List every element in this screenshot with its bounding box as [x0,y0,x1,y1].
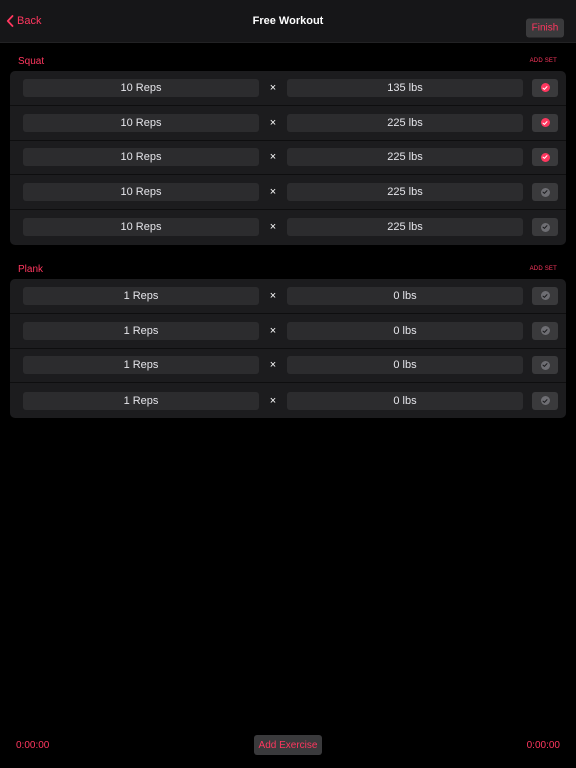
set-row: 1 Reps × 0 lbs [10,383,566,418]
multiply-sign: × [269,394,277,407]
complete-set-button[interactable] [532,356,558,375]
multiply-sign: × [269,186,277,199]
weight-field[interactable]: 135 lbs [287,78,523,97]
exercise-header-plank: Plank ADD SET [0,264,576,280]
exercise-title: Plank [18,264,44,275]
reps-field[interactable]: 1 Reps [23,356,259,375]
set-row: 10 Reps × 225 lbs [10,210,566,245]
check-circle-icon [540,396,550,406]
set-row: 10 Reps × 225 lbs [10,141,566,176]
finish-button[interactable]: Finish [526,18,564,38]
complete-set-button[interactable] [532,321,558,340]
elapsed-time-left: 0:00:00 [16,740,50,751]
complete-set-button[interactable] [532,218,558,237]
complete-set-button[interactable] [532,113,558,132]
multiply-sign: × [269,116,277,129]
multiply-sign: × [269,81,277,94]
weight-field[interactable]: 0 lbs [287,356,523,375]
weight-field[interactable]: 225 lbs [287,113,523,132]
check-circle-icon [540,222,550,232]
weight-field[interactable]: 225 lbs [287,183,523,202]
exercise-card-squat: 10 Reps × 135 lbs 10 Reps × 225 lbs 10 Reps × 22… [10,71,566,245]
page-title: Free Workout [252,15,324,27]
reps-field[interactable]: 10 Reps [23,78,259,97]
check-circle-icon [540,118,550,128]
reps-field[interactable]: 10 Reps [23,183,259,202]
elapsed-time-right: 0:00:00 [526,740,560,751]
set-row: 1 Reps × 0 lbs [10,279,566,314]
complete-set-button[interactable] [532,391,558,410]
check-circle-icon [540,326,550,336]
weight-field[interactable]: 0 lbs [287,321,523,340]
weight-field[interactable]: 225 lbs [287,218,523,237]
add-exercise-button[interactable]: Add Exercise [254,735,322,755]
chevron-left-icon [6,15,14,27]
weight-field[interactable]: 0 lbs [287,286,523,305]
weight-field[interactable]: 225 lbs [287,148,523,167]
exercise-title: Squat [18,56,45,67]
set-row: 10 Reps × 225 lbs [10,175,566,210]
set-row: 1 Reps × 0 lbs [10,349,566,384]
set-row: 10 Reps × 135 lbs [10,71,566,106]
complete-set-button[interactable] [532,78,558,97]
multiply-sign: × [269,324,277,337]
multiply-sign: × [269,221,277,234]
check-circle-icon [540,152,550,162]
reps-field[interactable]: 1 Reps [23,286,259,305]
set-row: 1 Reps × 0 lbs [10,314,566,349]
reps-field[interactable]: 10 Reps [23,113,259,132]
check-circle-icon [540,291,550,301]
back-button[interactable]: Back [6,0,41,42]
multiply-sign: × [269,289,277,302]
add-set-button[interactable]: ADD SET [530,58,557,64]
complete-set-button[interactable] [532,183,558,202]
multiply-sign: × [269,359,277,372]
complete-set-button[interactable] [532,286,558,305]
reps-field[interactable]: 1 Reps [23,321,259,340]
reps-field[interactable]: 1 Reps [23,391,259,410]
add-set-button[interactable]: ADD SET [530,266,557,272]
multiply-sign: × [269,151,277,164]
set-row: 10 Reps × 225 lbs [10,106,566,141]
weight-field[interactable]: 0 lbs [287,391,523,410]
complete-set-button[interactable] [532,148,558,167]
check-circle-icon [540,187,550,197]
reps-field[interactable]: 10 Reps [23,218,259,237]
reps-field[interactable]: 10 Reps [23,148,259,167]
exercise-card-plank: 1 Reps × 0 lbs 1 Reps × 0 lbs 1 Reps × 0 lbs 1 Re… [10,279,566,418]
check-circle-icon [540,83,550,93]
check-circle-icon [540,360,550,370]
exercise-header-squat: Squat ADD SET [0,56,576,72]
back-label: Back [17,15,42,27]
navigation-bar: Back Free Workout Finish [0,0,576,43]
